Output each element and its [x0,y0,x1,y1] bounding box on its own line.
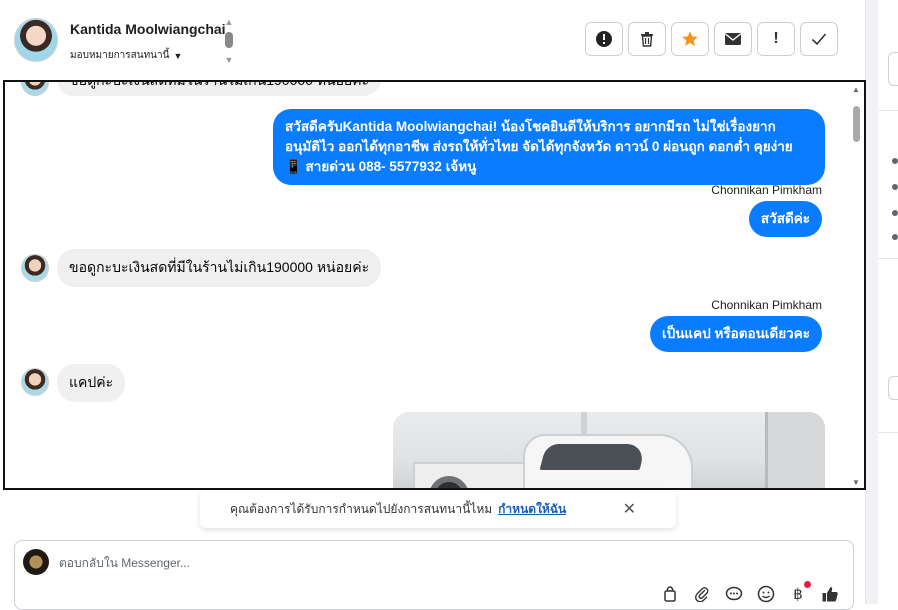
message-scrollbar[interactable]: ▲ ▼ [850,82,864,488]
scroll-thumb[interactable] [225,32,233,48]
details-field[interactable] [888,376,898,400]
sender-name: Chonnikan Pimkham [711,298,822,312]
scroll-down-icon[interactable]: ▼ [224,56,234,65]
trash-icon [641,32,653,47]
info-icon [892,158,898,164]
caret-down-icon: ▼ [173,50,183,61]
follow-up-button[interactable]: ! [757,22,795,56]
composer-tools: ฿ [659,581,841,605]
scroll-thumb[interactable] [853,106,860,142]
star-icon [682,31,698,46]
divider [878,110,898,111]
scroll-up-icon[interactable]: ▲ [224,18,234,27]
outgoing-message[interactable]: เป็นแคป หรือตอนเดียวคะ [650,316,822,352]
emoji-icon[interactable] [755,583,777,605]
assign-to-me-link[interactable]: กำหนดให้ฉัน [498,500,566,519]
contact-avatar[interactable] [14,18,58,62]
panel-divider [866,0,878,604]
scroll-down-icon[interactable]: ▼ [852,478,860,487]
contact-avatar-small [21,254,49,282]
conversation-actions: ! [585,22,838,56]
envelope-icon [725,33,741,45]
inbox-app: Kantida Moolwiangchai มอบหมายการสนทนานี้… [0,0,898,610]
contact-avatar-small [21,82,49,96]
page-avatar [23,549,49,575]
reply-composer: ฿ [14,540,854,610]
spam-button[interactable] [585,22,623,56]
header-scrollbar[interactable]: ▲ ▼ [224,18,234,65]
divider [878,258,898,259]
assign-label: มอบหมายการสนทนานี้ [70,50,170,61]
alert-circle-icon [596,31,612,47]
chat-bubble-icon[interactable] [723,583,745,605]
thumbs-up-icon[interactable] [819,583,841,605]
attached-photo[interactable] [393,412,825,488]
paperclip-icon[interactable] [691,583,713,605]
notification-dot [804,581,811,588]
assignment-notice: คุณต้องการได้รับการกำหนดไปยังการสนทนานี้… [200,490,676,528]
photo-truck-window [539,444,647,470]
bag-icon[interactable] [659,583,681,605]
outgoing-message[interactable]: สวัสดีครับKantida Moolwiangchai! น้องโชค… [273,109,825,185]
message-thread[interactable]: ขอดูกะบะเงินสดที่มีในร้านไม่เกิน190000 ห… [3,80,866,490]
conversation-header: Kantida Moolwiangchai มอบหมายการสนทนานี้… [0,0,866,80]
delete-button[interactable] [628,22,666,56]
info-icon [892,234,898,240]
sender-name: Chonnikan Pimkham [711,183,822,197]
contact-avatar-small [21,368,49,396]
checkmark-icon [811,33,827,46]
scroll-up-icon[interactable]: ▲ [852,85,860,94]
reply-input[interactable] [59,554,559,572]
close-icon[interactable]: ✕ [623,499,636,519]
details-field[interactable] [888,52,898,86]
contact-name[interactable]: Kantida Moolwiangchai [70,21,226,37]
info-icon [892,184,898,190]
mark-done-button[interactable] [800,22,838,56]
info-icon [892,210,898,216]
notice-text: คุณต้องการได้รับการกำหนดไปยังการสนทนานี้… [230,501,493,516]
incoming-message[interactable]: ขอดูกะบะเงินสดที่มีในร้านไม่เกิน190000 ห… [57,249,382,287]
conversation-panel: Kantida Moolwiangchai มอบหมายการสนทนานี้… [0,0,866,610]
assign-conversation-dropdown[interactable]: มอบหมายการสนทนานี้ ▼ [70,48,182,63]
photo-garage-door [765,412,825,488]
incoming-message[interactable]: ขอดูกะบะเงินสดที่มีในร้านไม่เกิน190000 ห… [57,82,382,96]
contact-details-panel [878,0,898,604]
divider [878,432,898,433]
outgoing-message[interactable]: สวัสดีค่ะ [748,201,822,237]
exclamation-icon: ! [773,30,779,47]
star-button[interactable] [671,22,709,56]
mark-unread-button[interactable] [714,22,752,56]
incoming-message[interactable]: แคปค่ะ [57,364,126,402]
baht-icon[interactable]: ฿ [787,581,811,605]
